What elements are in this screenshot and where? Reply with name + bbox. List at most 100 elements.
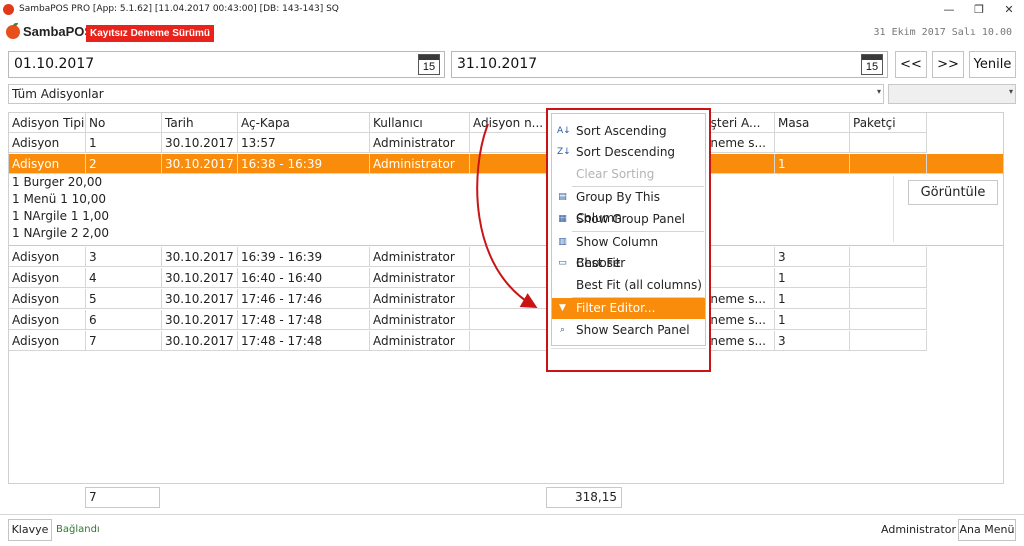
menu-item-show-column-chooser[interactable]: ▥ Show Column Chooser	[552, 232, 705, 270]
table-cell[interactable]: 16:40 - 16:40	[238, 268, 370, 288]
column-header-courier[interactable]: Paketçi	[850, 113, 927, 133]
table-cell[interactable]: Administrator	[370, 331, 470, 351]
menu-item-sort-descending[interactable]: Z↓ Sort Descending	[552, 142, 705, 163]
connection-status: Bağlandı	[56, 524, 100, 535]
menu-item-best-fit[interactable]: ▭ Best Fit	[552, 253, 705, 274]
column-header-table[interactable]: Masa	[775, 113, 850, 133]
table-cell[interactable]: Adisyon	[9, 247, 86, 267]
end-date-field[interactable]: 31.10.2017 15	[451, 51, 888, 78]
table-cell[interactable]: 16:39 - 16:39	[238, 247, 370, 267]
table-cell[interactable]: 3	[86, 247, 162, 267]
table-cell[interactable]	[850, 247, 927, 267]
menu-item-clear-sorting: Clear Sorting	[552, 164, 705, 185]
column-header-customer[interactable]: üşteri A...	[700, 113, 775, 133]
menu-item-group-by-column[interactable]: ▤ Group By This Column	[552, 187, 705, 225]
table-cell[interactable]: 1	[775, 310, 850, 330]
sambapos-logo: SambaPOS	[6, 22, 93, 39]
table-cell[interactable]: 1	[86, 133, 162, 153]
table-cell[interactable]: 3	[775, 331, 850, 351]
table-cell[interactable]: Adisyon	[9, 154, 86, 174]
table-cell[interactable]: 30.10.2017	[162, 331, 238, 351]
table-cell[interactable]: 1	[775, 289, 850, 309]
table-cell[interactable]	[850, 310, 927, 330]
table-cell[interactable]: eneme s...	[700, 289, 775, 309]
view-ticket-button[interactable]: Görüntüle	[908, 180, 998, 205]
table-cell[interactable]: 6	[86, 310, 162, 330]
column-header-user[interactable]: Kullanıcı	[370, 113, 470, 133]
trial-badge: Kayıtsız Deneme Sürümü	[86, 25, 215, 42]
next-period-button[interactable]: >>	[932, 51, 964, 78]
table-cell[interactable]: 1	[775, 154, 850, 174]
table-cell[interactable]	[700, 247, 775, 267]
table-cell[interactable]: Adisyon	[9, 268, 86, 288]
column-header-ticket-type[interactable]: Adisyon Tipi	[9, 113, 86, 133]
table-cell[interactable]: Adisyon	[9, 331, 86, 351]
table-cell[interactable]: 17:46 - 17:46	[238, 289, 370, 309]
table-cell[interactable]: 30.10.2017	[162, 310, 238, 330]
table-cell[interactable]: eneme s...	[700, 310, 775, 330]
brand-row: SambaPOS Kayıtsız Deneme Sürümü 31 Ekim …	[0, 22, 1024, 44]
keyboard-button[interactable]: Klavye	[8, 519, 52, 541]
menu-item-best-fit-all-columns[interactable]: Best Fit (all columns)	[552, 275, 705, 296]
table-cell[interactable]	[850, 289, 927, 309]
ticket-detail-panel: 1 Burger 20,00 1 Menü 1 10,00 1 NArgile …	[9, 174, 1003, 246]
table-cell[interactable]: eneme s...	[700, 133, 775, 153]
table-cell[interactable]: 30.10.2017	[162, 268, 238, 288]
table-cell[interactable]: Adisyon	[9, 133, 86, 153]
table-cell[interactable]: 30.10.2017	[162, 247, 238, 267]
calendar-icon[interactable]: 15	[418, 54, 440, 75]
table-cell[interactable]: Administrator	[370, 247, 470, 267]
calendar-icon[interactable]: 15	[861, 54, 883, 75]
table-cell[interactable]: Administrator	[370, 154, 470, 174]
group-panel-icon: ▦	[558, 214, 567, 224]
column-header-no[interactable]: No	[86, 113, 162, 133]
menu-item-filter-editor[interactable]: ▼ Filter Editor...	[552, 298, 705, 319]
table-cell[interactable]	[850, 133, 927, 153]
table-cell[interactable]	[850, 331, 927, 351]
menu-item-sort-ascending[interactable]: A↓ Sort Ascending	[552, 121, 705, 142]
table-cell[interactable]: 17:48 - 17:48	[238, 331, 370, 351]
column-header-date[interactable]: Tarih	[162, 113, 238, 133]
restore-button[interactable]: ❐	[964, 0, 994, 18]
table-cell[interactable]: 13:57	[238, 133, 370, 153]
table-cell[interactable]	[850, 268, 927, 288]
table-cell[interactable]: 2	[86, 154, 162, 174]
table-cell[interactable]: 30.10.2017	[162, 154, 238, 174]
start-date-field[interactable]: 01.10.2017 15	[8, 51, 445, 78]
table-cell[interactable]: 30.10.2017	[162, 133, 238, 153]
minimize-button[interactable]: —	[934, 0, 964, 18]
table-cell[interactable]	[700, 154, 775, 174]
ticket-filter-value: Tüm Adisyonlar	[12, 87, 104, 101]
table-cell[interactable]: Adisyon	[9, 289, 86, 309]
tickets-grid[interactable]: Adisyon Tipi No Tarih Aç-Kapa Kullanıcı …	[8, 112, 1004, 484]
column-header-open-close[interactable]: Aç-Kapa	[238, 113, 370, 133]
table-cell[interactable]: 16:38 - 16:39	[238, 154, 370, 174]
sort-descending-icon: Z↓	[557, 147, 571, 157]
table-cell[interactable]: 30.10.2017	[162, 289, 238, 309]
table-cell[interactable]: 5	[86, 289, 162, 309]
ticket-filter-select[interactable]: Tüm Adisyonlar ▾	[8, 84, 884, 104]
table-cell[interactable]: Administrator	[370, 133, 470, 153]
table-cell[interactable]	[775, 133, 850, 153]
table-cell[interactable]: 1	[775, 268, 850, 288]
table-cell[interactable]: eneme s...	[700, 331, 775, 351]
table-cell[interactable]: 4	[86, 268, 162, 288]
table-cell[interactable]: Adisyon	[9, 310, 86, 330]
detail-scrollbar[interactable]	[893, 176, 901, 242]
table-cell[interactable]	[700, 268, 775, 288]
main-menu-button[interactable]: Ana Menü	[958, 519, 1016, 541]
table-cell[interactable]: Administrator	[370, 268, 470, 288]
menu-item-show-group-panel[interactable]: ▦ Show Group Panel	[552, 209, 705, 230]
table-cell[interactable]: Administrator	[370, 310, 470, 330]
table-cell[interactable]: 7	[86, 331, 162, 351]
secondary-filter-select[interactable]: ▾	[888, 84, 1016, 104]
table-cell[interactable]	[850, 154, 927, 174]
refresh-button[interactable]: Yenile	[969, 51, 1016, 78]
menu-item-show-search-panel[interactable]: ⌕ Show Search Panel	[552, 320, 705, 341]
table-cell[interactable]: Administrator	[370, 289, 470, 309]
close-button[interactable]: ✕	[994, 0, 1024, 18]
table-cell[interactable]: 3	[775, 247, 850, 267]
previous-period-button[interactable]: <<	[895, 51, 927, 78]
window-title: SambaPOS PRO [App: 5.1.62] [11.04.2017 0…	[19, 4, 339, 14]
table-cell[interactable]: 17:48 - 17:48	[238, 310, 370, 330]
